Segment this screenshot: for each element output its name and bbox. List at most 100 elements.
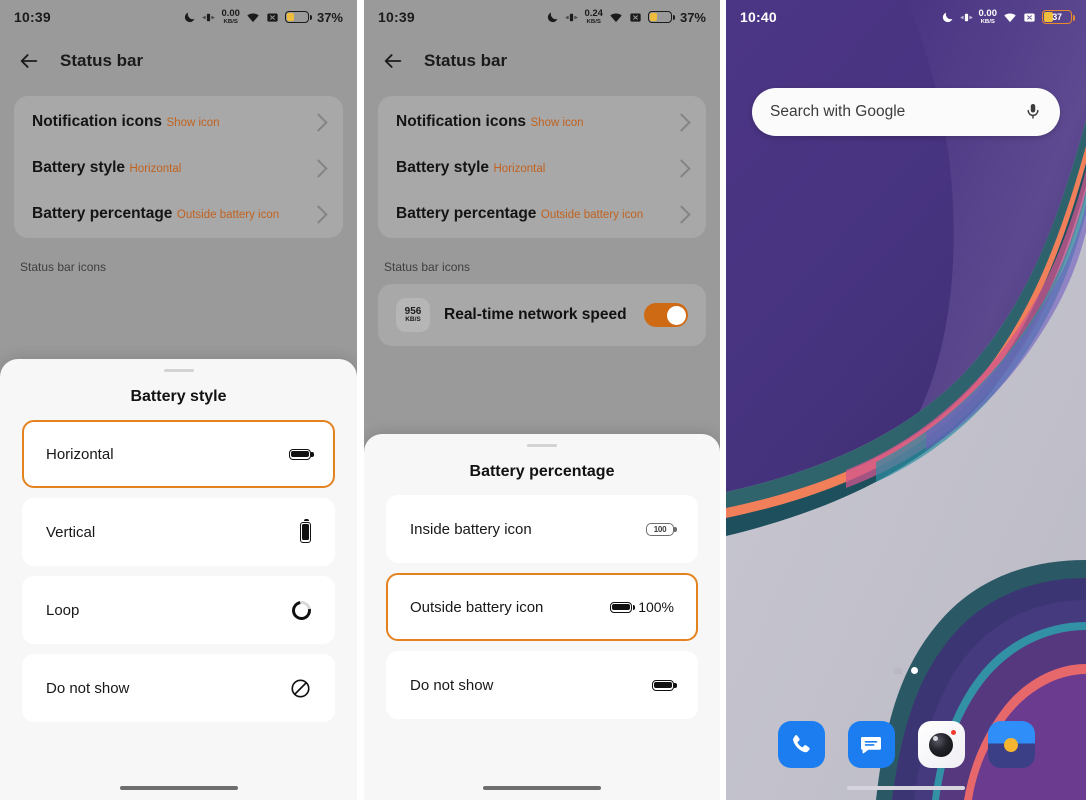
battery-icon [284, 11, 312, 23]
settings-row-notification-icons[interactable]: Notification icons Show icon [378, 98, 706, 144]
wifi-icon [246, 11, 260, 24]
bottom-sheet-battery-percentage: Battery percentage Inside battery icon 1… [364, 434, 720, 800]
settings-row-battery-style[interactable]: Battery style Horizontal [14, 144, 343, 190]
wifi-icon [609, 11, 623, 24]
settings-card: Notification icons Show icon Battery sty… [378, 96, 706, 239]
battery-inside-value: 100 [653, 524, 667, 534]
network-speed-unit: KB/S [223, 18, 238, 25]
phone-app-icon[interactable] [777, 721, 825, 768]
dnd-moon-icon [546, 11, 559, 24]
status-bar-icons: 0.00 KB/S 37 [941, 9, 1076, 25]
option-loop[interactable]: Loop [22, 576, 335, 644]
option-label: Horizontal [46, 445, 114, 463]
status-bar-clock: 10:40 [740, 9, 777, 25]
page-indicator[interactable] [726, 667, 1086, 674]
row-subtitle: Outside battery icon [176, 209, 280, 222]
battery-percent-label: 37% [316, 9, 343, 25]
page-dot-2-active[interactable] [911, 667, 918, 674]
option-horizontal[interactable]: Horizontal [22, 420, 335, 488]
toggle-label: Real-time network speed [444, 306, 627, 324]
microphone-icon[interactable] [1024, 99, 1042, 125]
battery-percent-label: 37% [679, 9, 706, 25]
status-bar: 10:40 0.00 KB/S 37 [726, 0, 1086, 34]
row-subtitle: Show icon [530, 117, 584, 129]
network-speed-toggle[interactable] [644, 303, 688, 328]
home-indicator [483, 786, 601, 790]
option-label: Do not show [410, 676, 494, 694]
status-bar-icons: 0.24 KB/S 37% [546, 9, 706, 25]
option-vertical[interactable]: Vertical [22, 498, 335, 566]
status-bar: 10:39 0.24 KB/S 37% [364, 0, 720, 34]
settings-row-battery-percentage[interactable]: Battery percentage Outside battery icon [14, 190, 343, 236]
battery-icon [647, 11, 675, 23]
battery-loop-icon [288, 596, 315, 624]
google-search-bar[interactable]: Search with Google [752, 88, 1060, 136]
chevron-right-icon [309, 159, 328, 178]
sheet-title: Battery style [130, 388, 227, 405]
row-subtitle: Outside battery icon [540, 209, 644, 222]
battery-inside-percent-icon: 100 [646, 522, 677, 536]
gallery-app-icon[interactable] [987, 721, 1035, 768]
home-indicator [847, 786, 965, 790]
chevron-right-icon [672, 205, 691, 224]
screenshot-stage: 10:39 0.00 KB/S 37% Status bar Notificat… [0, 0, 1086, 800]
row-real-time-network-speed[interactable]: 956 KB/S Real-time network speed [378, 286, 706, 344]
phone-panel-1: 10:39 0.00 KB/S 37% Status bar Notificat… [0, 0, 357, 800]
back-arrow-icon[interactable] [382, 50, 404, 72]
chevron-right-icon [672, 112, 691, 132]
row-title: Notification icons [396, 113, 527, 130]
chevron-right-icon [309, 205, 328, 224]
no-sim-icon [266, 11, 279, 24]
battery-inside-percent-icon: 37 [1042, 10, 1076, 24]
status-bar-icons: 0.00 KB/S 37% [183, 9, 343, 25]
section-label-status-bar-icons: Status bar icons [20, 260, 107, 275]
row-title: Notification icons [32, 113, 163, 130]
settings-row-notification-icons[interactable]: Notification icons Show icon [14, 98, 343, 144]
app-bar: Status bar [0, 34, 357, 88]
search-placeholder: Search with Google [770, 103, 906, 120]
network-speed-unit: KB/S [586, 18, 601, 25]
network-speed-icon: 0.00 KB/S [979, 9, 998, 25]
row-title: Battery style [396, 159, 490, 177]
row-title: Battery percentage [32, 205, 173, 223]
dnd-moon-icon [183, 11, 196, 24]
phone-panel-2: 10:39 0.24 KB/S 37% Status bar Notificat… [364, 0, 720, 800]
network-speed-value: 0.00 [978, 8, 998, 20]
app-dock [726, 721, 1086, 768]
network-speed-chip-icon: 956 KB/S [396, 298, 430, 333]
option-label: Vertical [46, 523, 96, 541]
do-not-show-icon [290, 678, 311, 699]
network-speed-value: 0.00 [221, 8, 240, 20]
dnd-moon-icon [941, 11, 954, 24]
option-do-not-show[interactable]: Do not show [386, 651, 698, 719]
home-indicator [119, 786, 238, 790]
vibrate-icon [202, 11, 215, 24]
option-inside-battery-icon[interactable]: Inside battery icon 100 [386, 495, 698, 563]
row-title: Battery style [32, 159, 126, 177]
no-sim-icon [1023, 11, 1036, 24]
battery-outside-value: 100% [638, 599, 674, 615]
option-label: Loop [46, 601, 80, 619]
no-sim-icon [629, 11, 642, 24]
battery-percent-label: 37 [1052, 12, 1062, 22]
chip-unit: KB/S [405, 316, 421, 324]
phone-panel-3: 10:40 0.00 KB/S 37 Search with Google [726, 0, 1086, 800]
network-speed-value: 0.24 [584, 8, 603, 20]
network-speed-icon: 0.00 KB/S [221, 9, 240, 25]
status-bar: 10:39 0.00 KB/S 37% [0, 0, 357, 34]
back-arrow-icon[interactable] [18, 50, 40, 72]
option-outside-battery-icon[interactable]: Outside battery icon 100% [386, 573, 698, 641]
settings-row-battery-percentage[interactable]: Battery percentage Outside battery icon [378, 190, 706, 236]
camera-app-icon[interactable] [917, 721, 965, 768]
option-do-not-show[interactable]: Do not show [22, 654, 335, 722]
app-bar: Status bar [364, 34, 720, 88]
status-bar-clock: 10:39 [14, 9, 51, 25]
settings-row-battery-style[interactable]: Battery style Horizontal [378, 144, 706, 190]
section-label-status-bar-icons: Status bar icons [384, 260, 471, 275]
option-label: Outside battery icon [410, 598, 544, 616]
page-dot-1[interactable] [894, 667, 902, 674]
settings-card: Notification icons Show icon Battery sty… [14, 96, 343, 239]
battery-horizontal-icon [652, 679, 677, 691]
messages-app-icon[interactable] [847, 721, 895, 768]
row-subtitle: Show icon [166, 117, 220, 129]
